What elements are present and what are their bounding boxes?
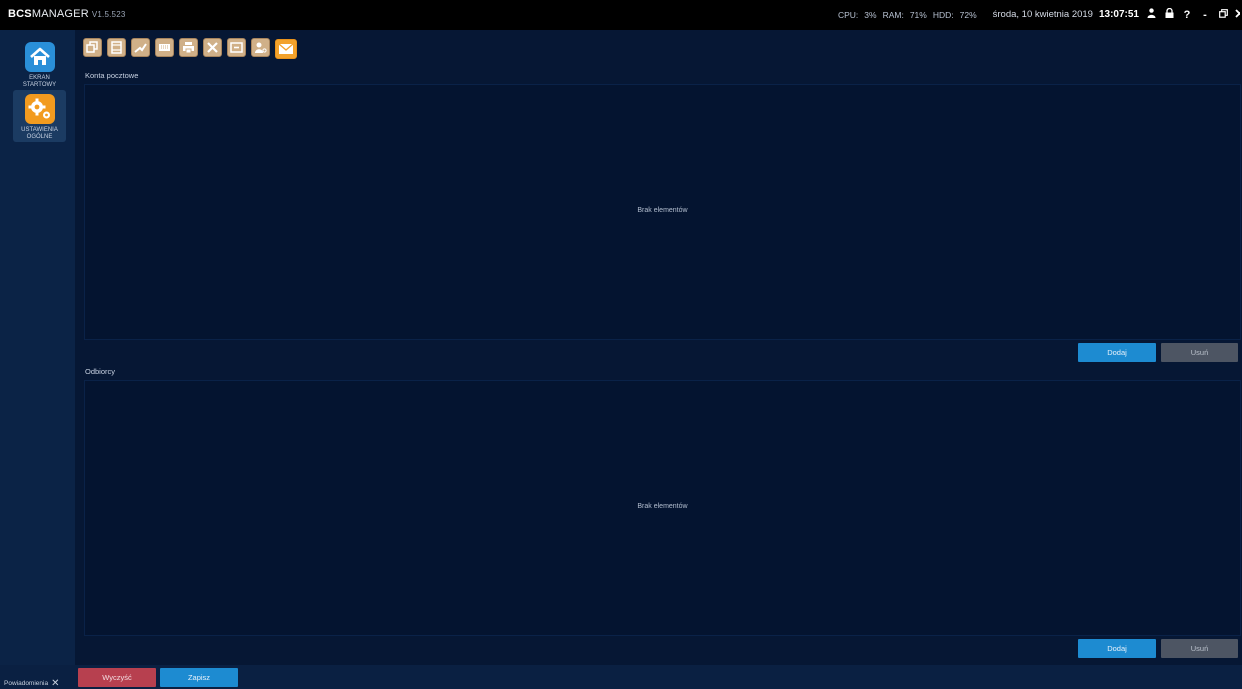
brand-bold: BCS bbox=[8, 8, 32, 20]
recipients-list[interactable]: Brak elementów bbox=[84, 380, 1241, 636]
section-title-recipients: Odbiorcy bbox=[85, 367, 116, 376]
keyboard-icon[interactable] bbox=[155, 38, 174, 57]
notifications-toggle[interactable]: Powiadomienia ✕ bbox=[4, 678, 59, 689]
close-icon[interactable] bbox=[1235, 8, 1240, 21]
help-button[interactable]: ? bbox=[1181, 9, 1193, 21]
section-title-mail-accounts: Konta pocztowe bbox=[85, 71, 139, 80]
windows-icon[interactable] bbox=[83, 38, 102, 57]
printer-icon[interactable] bbox=[179, 38, 198, 57]
panel-icon[interactable] bbox=[227, 38, 246, 57]
minimize-button[interactable]: - bbox=[1199, 9, 1211, 21]
empty-list-message: Brak elementów bbox=[637, 207, 688, 214]
user-icon[interactable] bbox=[1145, 8, 1157, 21]
restore-icon[interactable] bbox=[1217, 8, 1229, 21]
sidebar-item-label: OGÓLNE bbox=[26, 134, 53, 140]
mail-accounts-list[interactable]: Brak elementów bbox=[84, 84, 1241, 340]
brand-rest: MANAGER bbox=[31, 8, 89, 20]
ram-label: RAM: bbox=[882, 9, 904, 20]
save-button[interactable]: Zapisz bbox=[160, 668, 238, 687]
add-mail-account-button[interactable]: Dodaj bbox=[1078, 343, 1156, 362]
ram-value: 71% bbox=[909, 9, 927, 20]
cpu-label: CPU: bbox=[837, 9, 859, 20]
app-version: V1.5.523 bbox=[91, 10, 126, 19]
notifications-label: Powiadomienia bbox=[4, 680, 49, 687]
current-date: środa, 10 kwietnia 2019 bbox=[992, 9, 1093, 20]
home-icon bbox=[24, 42, 55, 72]
close-notifications-icon[interactable]: ✕ bbox=[51, 678, 59, 689]
remove-recipient-button[interactable]: Usuń bbox=[1161, 639, 1238, 658]
user-key-icon[interactable] bbox=[251, 38, 270, 57]
cpu-value: 3% bbox=[864, 9, 877, 20]
add-recipient-button[interactable]: Dodaj bbox=[1078, 639, 1156, 658]
empty-list-message: Brak elementów bbox=[637, 503, 688, 510]
sidebar: EKRAN STARTOWY USTAWIENIA OGÓLNE bbox=[0, 30, 75, 665]
mail-icon[interactable] bbox=[275, 39, 297, 59]
system-status: CPU: 3% RAM: 71% HDD: 72% środa, 10 kwie… bbox=[837, 7, 1240, 21]
app-brand: BCSMANAGER V1.5.523 bbox=[8, 8, 126, 20]
remove-mail-account-button[interactable]: Usuń bbox=[1161, 343, 1238, 362]
film-icon[interactable] bbox=[107, 38, 126, 57]
sidebar-item-label: EKRAN bbox=[29, 75, 50, 81]
current-time: 13:07:51 bbox=[1098, 9, 1139, 20]
arrow-icon[interactable] bbox=[131, 38, 150, 57]
hdd-value: 72% bbox=[959, 9, 977, 20]
sidebar-item-general-settings[interactable]: USTAWIENIA OGÓLNE bbox=[13, 90, 66, 142]
clear-button[interactable]: Wyczyść bbox=[78, 668, 156, 687]
sidebar-item-start-screen[interactable]: EKRAN STARTOWY bbox=[13, 38, 66, 88]
title-bar: BCSMANAGER V1.5.523 CPU: 3% RAM: 71% HDD:… bbox=[0, 0, 1242, 30]
hdd-label: HDD: bbox=[932, 9, 954, 20]
sidebar-item-label: USTAWIENIA bbox=[21, 127, 58, 133]
settings-icon bbox=[24, 94, 55, 124]
tools-icon[interactable] bbox=[203, 38, 222, 57]
settings-toolbar bbox=[83, 38, 297, 60]
sidebar-item-label: STARTOWY bbox=[22, 82, 57, 88]
lock-icon[interactable] bbox=[1163, 7, 1175, 21]
